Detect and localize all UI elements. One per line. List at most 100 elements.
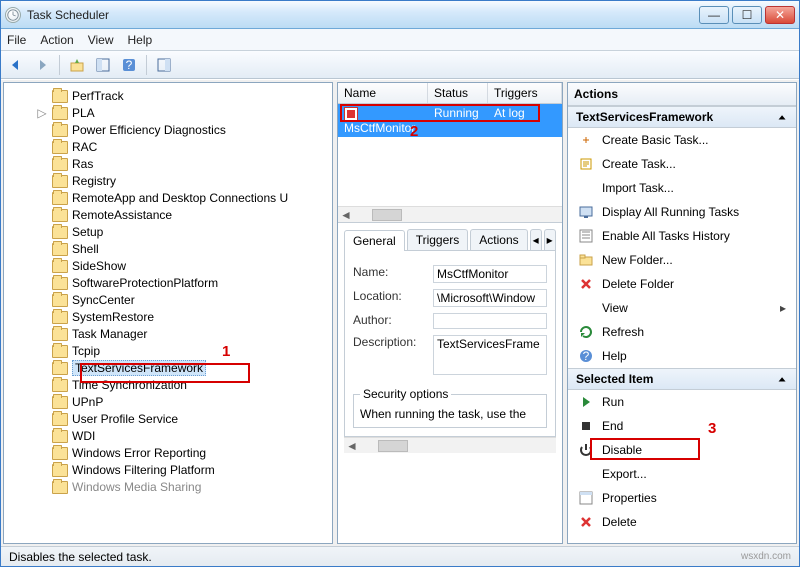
expander-icon[interactable]: ▷ — [36, 106, 48, 120]
tree-item-textservicesframework[interactable]: TextServicesFramework — [64, 360, 332, 376]
tree-item-remoteassistance[interactable]: RemoteAssistance — [64, 207, 332, 223]
title-bar: Task Scheduler — ☐ ✕ — [1, 1, 799, 29]
action-enable-all-tasks-history[interactable]: Enable All Tasks History — [568, 224, 796, 248]
tree-item-power-efficiency-diagnostics[interactable]: Power Efficiency Diagnostics — [64, 122, 332, 138]
tree-item-shell[interactable]: Shell — [64, 241, 332, 257]
tree-item-upnp[interactable]: UPnP — [64, 394, 332, 410]
chevron-up-icon: ▲ — [776, 375, 788, 383]
tree-item-ras[interactable]: Ras — [64, 156, 332, 172]
col-status[interactable]: Status — [428, 83, 488, 103]
action-new-folder[interactable]: New Folder... — [568, 248, 796, 272]
chevron-up-icon: ▲ — [776, 113, 788, 121]
tree-item-systemrestore[interactable]: SystemRestore — [64, 309, 332, 325]
tree-item-windows-error-reporting[interactable]: Windows Error Reporting — [64, 445, 332, 461]
create-basic-icon — [578, 132, 594, 148]
tree-item-rac[interactable]: RAC — [64, 139, 332, 155]
import-icon — [578, 180, 594, 196]
actions-body: TextServicesFramework▲ Create Basic Task… — [568, 106, 796, 543]
actions-section-framework[interactable]: TextServicesFramework▲ — [568, 106, 796, 128]
props-hscroll[interactable]: ◄ — [344, 437, 556, 453]
col-name[interactable]: Name — [338, 83, 428, 103]
label-location: Location: — [353, 289, 433, 307]
tree-item-registry[interactable]: Registry — [64, 173, 332, 189]
tree-item-perftrack[interactable]: PerfTrack — [64, 88, 332, 104]
tree-item-synccenter[interactable]: SyncCenter — [64, 292, 332, 308]
action-delete-folder[interactable]: Delete Folder — [568, 272, 796, 296]
action-create-task[interactable]: Create Task... — [568, 152, 796, 176]
menu-help[interactable]: Help — [128, 33, 153, 47]
view-icon — [578, 300, 594, 316]
task-row-selected[interactable]: MsCtfMonitor Running At log — [338, 104, 562, 137]
action-create-basic-task[interactable]: Create Basic Task... — [568, 128, 796, 152]
export-icon — [578, 466, 594, 482]
tree-item-sideshow[interactable]: SideShow — [64, 258, 332, 274]
task-list-header: Name Status Triggers — [338, 83, 562, 104]
display-icon — [578, 204, 594, 220]
tree-item-user-profile-service[interactable]: User Profile Service — [64, 411, 332, 427]
maximize-button[interactable]: ☐ — [732, 6, 762, 24]
value-name: MsCtfMonitor — [433, 265, 547, 283]
tree-item-task-manager[interactable]: Task Manager — [64, 326, 332, 342]
window-buttons: — ☐ ✕ — [699, 6, 795, 24]
list-hscroll[interactable]: ◄ — [338, 206, 562, 222]
show-hide-tree-button[interactable] — [92, 54, 114, 76]
menu-action[interactable]: Action — [40, 33, 73, 47]
task-list[interactable]: Name Status Triggers MsCtfMonitor Runnin… — [338, 83, 562, 223]
up-button[interactable] — [66, 54, 88, 76]
action-delete[interactable]: Delete — [568, 510, 796, 534]
action-import-task[interactable]: Import Task... — [568, 176, 796, 200]
actions-section-selected[interactable]: Selected Item▲ — [568, 368, 796, 390]
tree-item-label: RAC — [72, 140, 97, 154]
action-export[interactable]: Export... — [568, 462, 796, 486]
action-help[interactable]: ?Help — [568, 344, 796, 368]
tree-item-remoteapp-and-desktop-connections-u[interactable]: RemoteApp and Desktop Connections U — [64, 190, 332, 206]
action-label: Delete — [602, 515, 637, 529]
actions-pane: Actions TextServicesFramework▲ Create Ba… — [567, 82, 797, 544]
tab-triggers[interactable]: Triggers — [407, 229, 469, 250]
menu-file[interactable]: File — [7, 33, 26, 47]
actions-header: Actions — [568, 83, 796, 106]
action-label: Help — [602, 349, 627, 363]
show-hide-action-button[interactable] — [153, 54, 175, 76]
folder-icon — [52, 362, 68, 375]
tree-item-time-synchronization[interactable]: Time Synchronization — [64, 377, 332, 393]
folder-icon — [52, 277, 68, 290]
tree-item-setup[interactable]: Setup — [64, 224, 332, 240]
tree[interactable]: PerfTrack ▷PLAPower Efficiency Diagnostic… — [4, 83, 332, 516]
tab-actions[interactable]: Actions — [470, 229, 527, 250]
tree-item-wdi[interactable]: WDI — [64, 428, 332, 444]
minimize-button[interactable]: — — [699, 6, 729, 24]
forward-button[interactable] — [31, 54, 53, 76]
col-triggers[interactable]: Triggers — [488, 83, 562, 103]
action-disable[interactable]: Disable — [568, 438, 796, 462]
action-label: New Folder... — [602, 253, 673, 267]
action-label: Import Task... — [602, 181, 674, 195]
disable-icon — [578, 442, 594, 458]
tab-scroll-right[interactable]: ▸ — [544, 229, 556, 250]
tree-item-softwareprotectionplatform[interactable]: SoftwareProtectionPlatform — [64, 275, 332, 291]
tree-item-tcpip[interactable]: Tcpip — [64, 343, 332, 359]
tree-item-label: PerfTrack — [72, 89, 124, 103]
action-run[interactable]: Run — [568, 390, 796, 414]
create-icon — [578, 156, 594, 172]
menu-view[interactable]: View — [88, 33, 114, 47]
action-end[interactable]: End — [568, 414, 796, 438]
close-button[interactable]: ✕ — [765, 6, 795, 24]
action-properties[interactable]: Properties — [568, 486, 796, 510]
help-button[interactable]: ? — [118, 54, 140, 76]
tree-item-windows-media-sharing[interactable]: Windows Media Sharing — [64, 479, 332, 495]
action-display-all-running-tasks[interactable]: Display All Running Tasks — [568, 200, 796, 224]
folder-icon — [52, 209, 68, 222]
tab-general[interactable]: General — [344, 230, 405, 251]
tree-item-label: RemoteAssistance — [72, 208, 172, 222]
tree-item-pla[interactable]: ▷PLA — [64, 105, 332, 121]
action-view[interactable]: View▸ — [568, 296, 796, 320]
tree-item-windows-filtering-platform[interactable]: Windows Filtering Platform — [64, 462, 332, 478]
action-refresh[interactable]: Refresh — [568, 320, 796, 344]
folder-icon — [52, 124, 68, 137]
back-button[interactable] — [5, 54, 27, 76]
action-label: Enable All Tasks History — [602, 229, 730, 243]
del2-icon — [578, 514, 594, 530]
tab-scroll-left[interactable]: ◂ — [530, 229, 542, 250]
tree-item-label: RemoteApp and Desktop Connections U — [72, 191, 288, 205]
